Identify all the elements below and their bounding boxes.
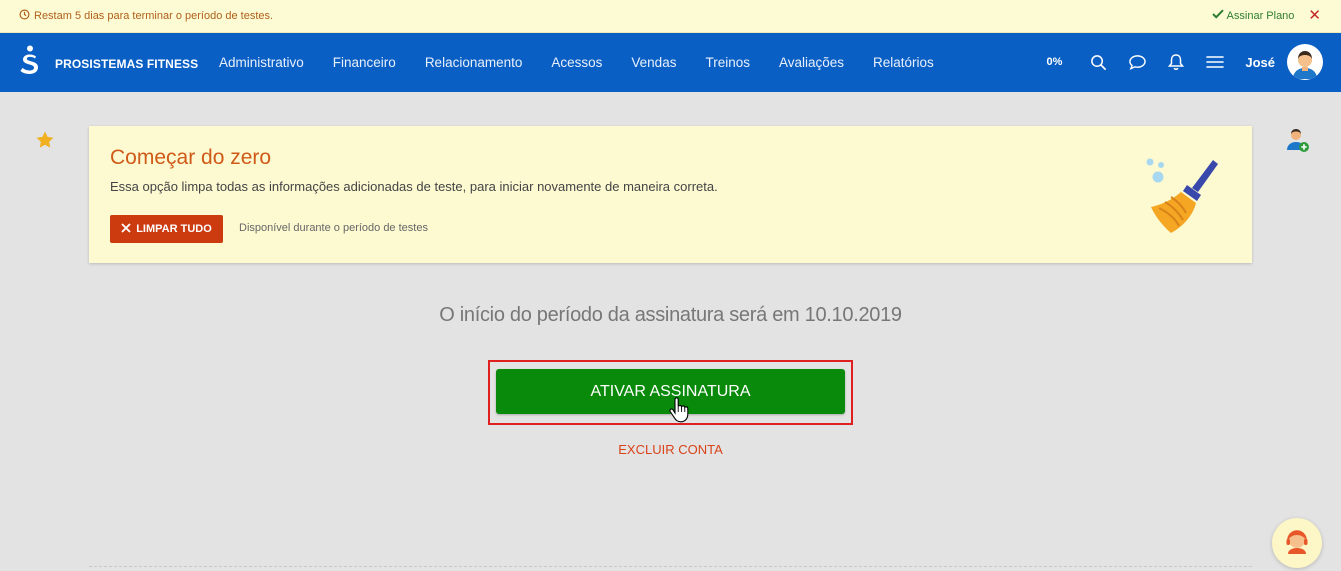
reset-data-card: Começar do zero Essa opção limpa todas a… xyxy=(89,126,1252,263)
clear-all-label: LIMPAR TUDO xyxy=(136,223,212,235)
bell-icon[interactable] xyxy=(1166,52,1186,72)
sign-plan-link[interactable]: Assinar Plano xyxy=(1211,9,1295,22)
sign-plan-label: Assinar Plano xyxy=(1226,9,1295,22)
menu-item-vendas[interactable]: Vendas xyxy=(631,55,676,70)
clear-note: Disponível durante o período de testes xyxy=(239,222,428,234)
user-name[interactable]: José xyxy=(1245,55,1275,70)
trial-message: Restam 5 dias para terminar o período de… xyxy=(19,9,273,23)
menu-item-financeiro[interactable]: Financeiro xyxy=(333,55,396,70)
user-avatar[interactable] xyxy=(1287,44,1323,80)
delete-account-link[interactable]: EXCLUIR CONTA xyxy=(0,442,1341,457)
x-icon xyxy=(121,222,131,236)
menu-item-avaliacoes[interactable]: Avaliações xyxy=(779,55,844,70)
card-description: Essa opção limpa todas as informações ad… xyxy=(110,179,718,194)
close-banner-icon[interactable]: ✕ xyxy=(1308,8,1321,23)
menu-item-relatorios[interactable]: Relatórios xyxy=(873,55,934,70)
brand[interactable]: PROSISTEMAS FITNESS xyxy=(17,45,198,82)
support-agent-icon xyxy=(1283,527,1311,560)
chat-icon[interactable] xyxy=(1127,52,1147,72)
divider xyxy=(89,566,1252,567)
subscription-start-text: O início do período da assinatura será e… xyxy=(439,304,902,326)
support-chat-button[interactable] xyxy=(1272,518,1322,568)
broom-icon xyxy=(1141,156,1221,238)
trial-banner: Restam 5 dias para terminar o período de… xyxy=(0,0,1341,33)
hand-cursor-icon xyxy=(669,397,689,423)
setup-progress[interactable]: 0% xyxy=(1046,56,1062,68)
menu-item-relacionamento[interactable]: Relacionamento xyxy=(425,55,523,70)
main-menu: Administrativo Financeiro Relacionamento… xyxy=(219,55,963,70)
brand-name: PROSISTEMAS FITNESS xyxy=(55,56,199,71)
clock-icon xyxy=(19,9,30,23)
menu-item-acessos[interactable]: Acessos xyxy=(551,55,602,70)
card-title: Começar do zero xyxy=(110,146,272,169)
clear-all-button[interactable]: LIMPAR TUDO xyxy=(110,215,223,243)
favorite-star-icon[interactable] xyxy=(35,130,55,150)
add-user-icon[interactable] xyxy=(1286,128,1310,154)
top-navbar: PROSISTEMAS FITNESS Administrativo Finan… xyxy=(0,33,1341,92)
brand-logo-icon xyxy=(17,45,41,82)
hamburger-menu-icon[interactable] xyxy=(1205,52,1225,72)
trial-message-text: Restam 5 dias para terminar o período de… xyxy=(34,10,274,22)
search-icon[interactable] xyxy=(1088,52,1108,72)
menu-item-treinos[interactable]: Treinos xyxy=(705,55,750,70)
menu-item-administrativo[interactable]: Administrativo xyxy=(219,55,304,70)
check-icon xyxy=(1211,9,1224,22)
